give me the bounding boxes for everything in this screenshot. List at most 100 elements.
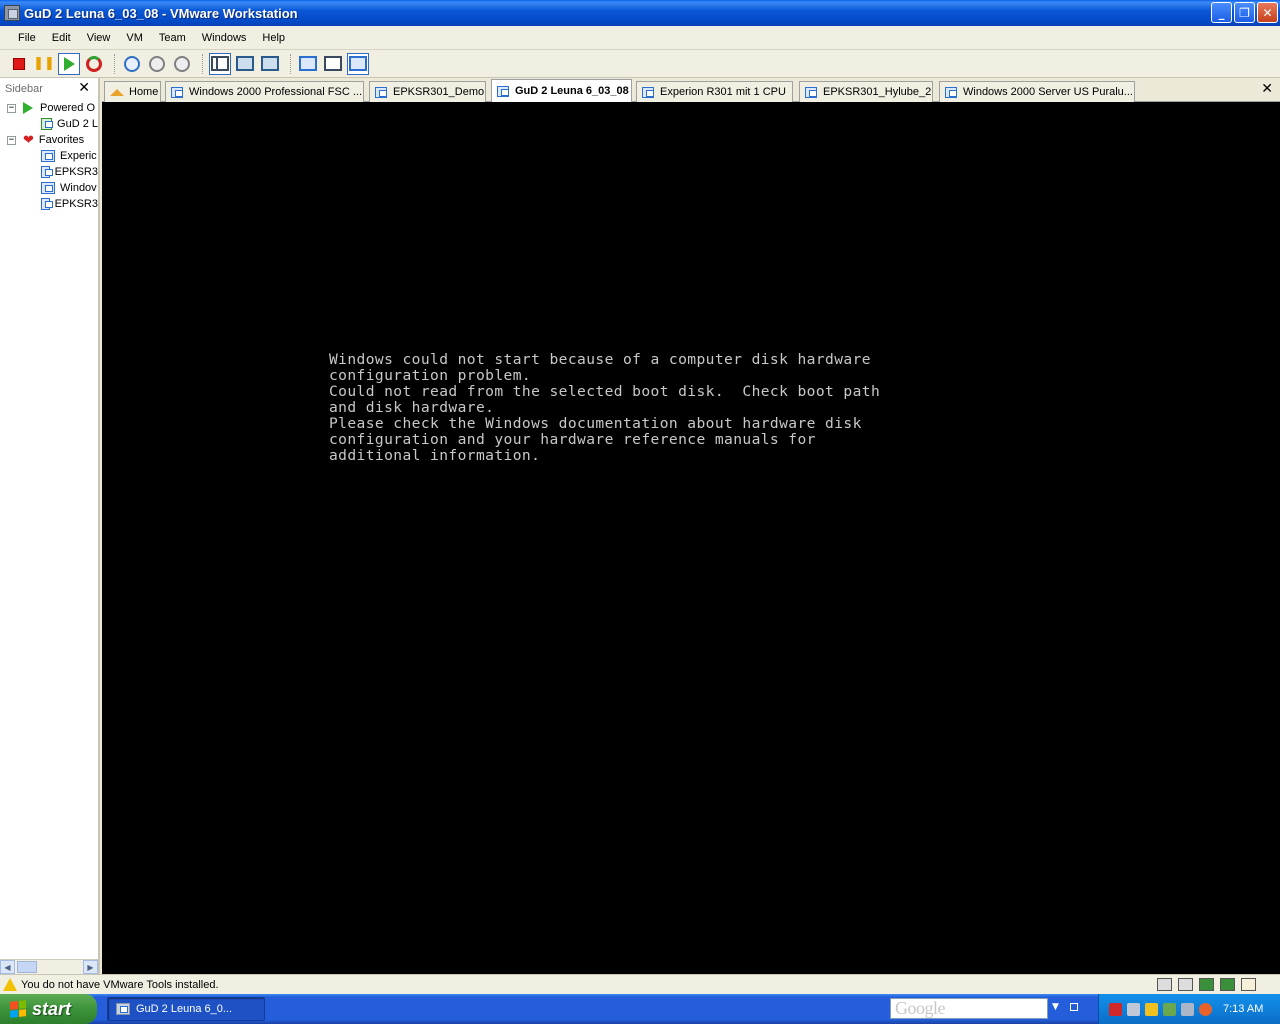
menu-help[interactable]: Help: [256, 32, 291, 44]
update-icon[interactable]: [1199, 1002, 1212, 1016]
menu-file[interactable]: File: [12, 32, 42, 44]
close-button[interactable]: ✕: [1257, 2, 1278, 23]
console-icon: [349, 56, 367, 71]
vm-icon: [41, 150, 55, 162]
scroll-thumb[interactable]: [17, 961, 37, 973]
reset-button[interactable]: [83, 53, 105, 75]
vm-icon: [41, 166, 53, 178]
windows-logo-icon: [10, 1000, 26, 1018]
menu-windows[interactable]: Windows: [196, 32, 253, 44]
console-line: configuration and your hardware referenc…: [329, 431, 816, 448]
tab-epksr301-hylube[interactable]: EPKSR301_Hylube_2: [799, 81, 933, 102]
shield-icon[interactable]: [1145, 1002, 1158, 1016]
tree-item-vm[interactable]: Windov: [0, 180, 98, 196]
network-icon[interactable]: [1220, 978, 1235, 991]
tree-group-powered-on[interactable]: − Powered O: [0, 100, 98, 116]
sidebar-header: Sidebar ✕: [0, 78, 98, 100]
tab-experion-r301[interactable]: Experion R301 mit 1 CPU: [636, 81, 793, 102]
sidebar-horizontal-scrollbar[interactable]: ◀ ▶: [0, 959, 98, 974]
power-off-button[interactable]: [8, 53, 30, 75]
tab-epksr301-demo[interactable]: EPKSR301_Demo: [369, 81, 486, 102]
revert-snapshot-button[interactable]: [146, 53, 168, 75]
tree-item-label: Windov: [60, 182, 97, 194]
toolbar-separator: [114, 53, 115, 74]
menu-bar: File Edit View VM Team Windows Help: [0, 26, 1280, 50]
summary-view-button[interactable]: [297, 53, 319, 75]
toolbar-separator: [202, 53, 203, 74]
scroll-right-icon[interactable]: ▶: [83, 960, 98, 974]
collapse-icon[interactable]: −: [7, 135, 16, 145]
vm-icon: [375, 86, 387, 98]
menu-vm[interactable]: VM: [120, 32, 149, 44]
printer-icon[interactable]: [1178, 978, 1193, 991]
vm-icon: [171, 86, 183, 98]
snapshot-manager-button[interactable]: [171, 53, 193, 75]
network-icon[interactable]: [1199, 978, 1214, 991]
scroll-left-icon[interactable]: ◀: [0, 960, 15, 974]
usb-icon[interactable]: [1241, 978, 1256, 991]
system-tray: 7:13 AM: [1098, 994, 1280, 1024]
tree-item-vm[interactable]: Experic: [0, 148, 98, 164]
network-icon[interactable]: [1127, 1002, 1140, 1016]
sidebar-close-icon[interactable]: ✕: [78, 80, 90, 96]
tree-item-label: GuD 2 L: [57, 118, 98, 130]
status-message: You do not have VMware Tools installed.: [21, 978, 219, 991]
full-screen-button[interactable]: [259, 53, 281, 75]
tab-label: Home: [129, 86, 159, 98]
status-bar: You do not have VMware Tools installed.: [0, 974, 1280, 994]
start-button[interactable]: start: [0, 994, 97, 1024]
taskbar-item-vmware[interactable]: GuD 2 Leuna 6_0...: [107, 997, 265, 1021]
tab-label: Windows 2000 Professional FSC ...: [189, 86, 363, 98]
tab-label: EPKSR301_Hylube_2: [823, 86, 932, 98]
network-icon[interactable]: [1163, 1002, 1176, 1016]
tree-item-vm[interactable]: GuD 2 L: [0, 116, 98, 132]
power-on-button[interactable]: [58, 52, 80, 75]
heart-icon: ❤: [23, 132, 34, 148]
clock[interactable]: 7:13 AM: [1223, 1003, 1263, 1015]
collapse-icon[interactable]: −: [7, 103, 16, 113]
tree-item-vm[interactable]: EPKSR3: [0, 196, 98, 212]
tab-home[interactable]: Home: [104, 81, 161, 102]
appliance-icon: [324, 56, 342, 71]
vm-console[interactable]: Windows could not start because of a com…: [102, 102, 1280, 974]
app-window: GuD 2 Leuna 6_03_08 - VMware Workstation…: [0, 0, 1280, 1024]
speaker-icon[interactable]: [1181, 1002, 1194, 1016]
suspend-button[interactable]: ❚❚: [33, 53, 55, 75]
tree-item-vm[interactable]: EPKSR3: [0, 164, 98, 180]
menu-edit[interactable]: Edit: [46, 32, 77, 44]
tab-gud-2-leuna[interactable]: GuD 2 Leuna 6_03_08: [491, 79, 632, 102]
reset-icon: [86, 55, 102, 72]
console-line: configuration problem.: [329, 367, 532, 384]
console-line: additional information.: [329, 447, 541, 464]
sidebar-icon: [211, 56, 229, 71]
vm-icon: [642, 86, 654, 98]
quick-switch-icon: [236, 56, 254, 71]
search-toolbar-icon[interactable]: [1070, 1003, 1078, 1011]
tab-windows-2000-server[interactable]: Windows 2000 Server US Puralu...: [939, 81, 1135, 102]
start-label: start: [32, 998, 72, 1019]
tab-windows-2000-professional[interactable]: Windows 2000 Professional FSC ...: [165, 81, 364, 102]
tree-group-favorites[interactable]: − ❤ Favorites: [0, 132, 98, 148]
tree-item-label: EPKSR3: [54, 166, 98, 178]
vm-icon: [41, 182, 55, 194]
hard-disk-icon[interactable]: [1157, 978, 1172, 991]
menu-team[interactable]: Team: [153, 32, 192, 44]
restore-button[interactable]: ❐: [1234, 2, 1255, 23]
quick-switch-button[interactable]: [234, 53, 256, 75]
warning-icon: [3, 978, 17, 991]
title-bar[interactable]: GuD 2 Leuna 6_03_08 - VMware Workstation…: [0, 0, 1280, 26]
vmware-app-icon[interactable]: [4, 5, 20, 21]
minimize-button[interactable]: _: [1211, 2, 1232, 23]
sidebar-toggle-button[interactable]: [209, 52, 231, 75]
antivirus-icon[interactable]: [1109, 1002, 1122, 1016]
search-options-icon[interactable]: ▼: [1052, 1002, 1059, 1012]
console-view-button[interactable]: [347, 52, 369, 75]
snapshot-manager-icon: [174, 55, 190, 72]
close-tab-icon[interactable]: ✕: [1261, 81, 1273, 97]
menu-view[interactable]: View: [81, 32, 117, 44]
vm-icon: [497, 85, 509, 97]
google-search-input[interactable]: Google: [890, 998, 1048, 1019]
console-line: and disk hardware.: [329, 399, 495, 416]
snapshot-button[interactable]: [121, 53, 143, 75]
appliance-view-button[interactable]: [322, 53, 344, 75]
